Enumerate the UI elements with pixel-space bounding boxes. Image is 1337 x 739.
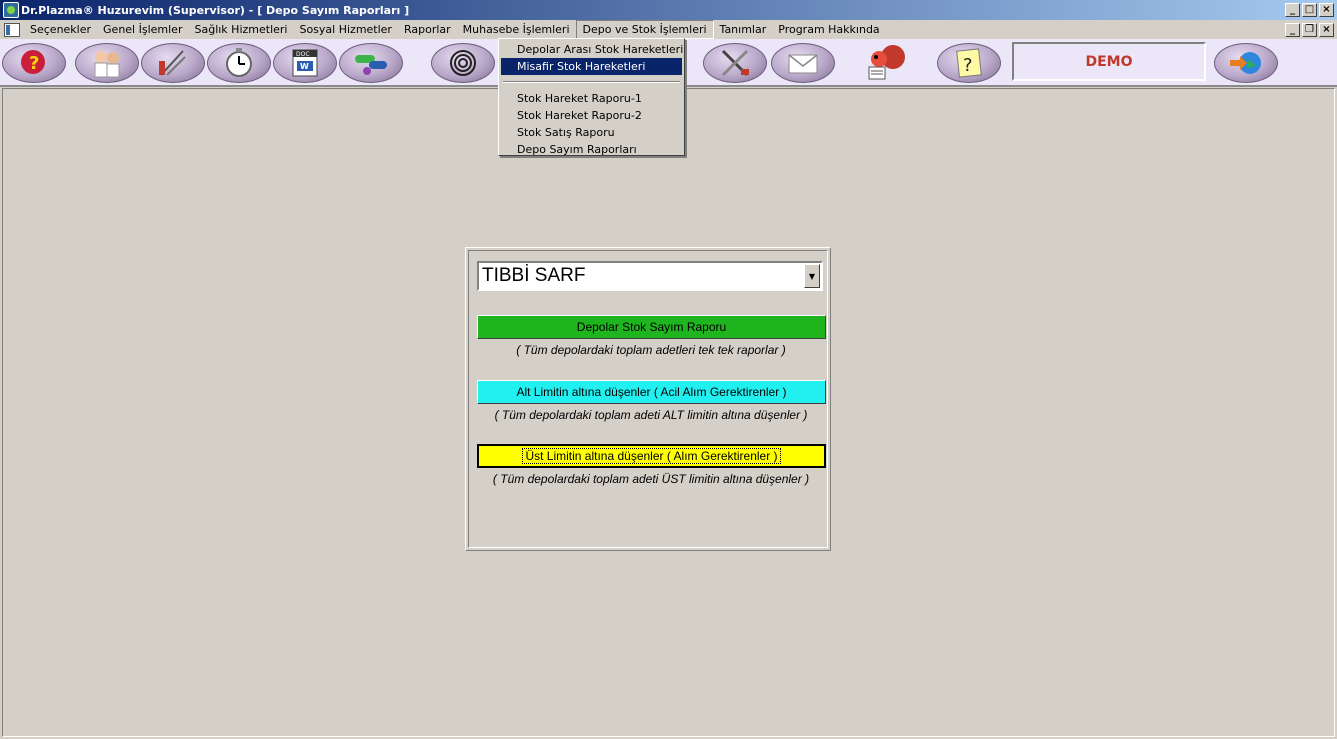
doc-word-icon[interactable]: DOC W: [273, 43, 337, 83]
globe-exit-icon[interactable]: [1214, 43, 1278, 83]
dropdown-item-depo-sayim[interactable]: Depo Sayım Raporları: [501, 141, 682, 158]
depo-stok-dropdown: Depolar Arası Stok Hareketleri Misafir S…: [498, 38, 685, 156]
below-upper-limit-label: Üst Limitin altına düşenler ( Alım Gerek…: [522, 448, 781, 464]
menu-genel-islemler[interactable]: Genel İşlemler: [97, 21, 188, 38]
help-head-icon[interactable]: ?: [2, 43, 66, 83]
spiral-icon[interactable]: [431, 43, 495, 83]
dropdown-separator: [503, 81, 680, 83]
dropdown-item-stok-satis[interactable]: Stok Satış Raporu: [501, 124, 682, 141]
stock-count-note: ( Tüm depolardaki toplam adetleri tek te…: [516, 343, 786, 357]
menu-depo-ve-stok-islemleri[interactable]: Depo ve Stok İşlemleri: [575, 20, 714, 39]
menu-tanimlar[interactable]: Tanımlar: [714, 21, 773, 38]
mdi-minimize-button[interactable]: _: [1285, 23, 1300, 37]
mdi-close-button[interactable]: ×: [1319, 23, 1334, 37]
mascot-icon[interactable]: [858, 43, 914, 83]
menu-bar: Seçenekler Genel İşlemler Sağlık Hizmetl…: [0, 20, 1337, 39]
svg-text:?: ?: [29, 53, 39, 74]
below-upper-limit-button[interactable]: Üst Limitin altına düşenler ( Alım Gerek…: [477, 444, 826, 468]
svg-text:W: W: [300, 62, 309, 71]
mdi-controls: _ ❐ ×: [1285, 23, 1334, 37]
window-controls: _ □ ×: [1285, 3, 1334, 17]
svg-text:?: ?: [963, 55, 973, 76]
menu-saglik-hizmetleri[interactable]: Sağlık Hizmetleri: [188, 21, 293, 38]
close-button[interactable]: ×: [1319, 3, 1334, 17]
mdi-restore-button[interactable]: ❐: [1302, 23, 1317, 37]
minimize-button[interactable]: _: [1285, 3, 1300, 17]
document-icon[interactable]: [4, 22, 20, 37]
menu-raporlar[interactable]: Raporlar: [398, 21, 457, 38]
depot-select[interactable]: TIBBİ SARF ▼: [477, 261, 823, 291]
below-lower-limit-button[interactable]: Alt Limitin altına düşenler ( Acil Alım …: [477, 380, 826, 404]
menu-program-hakkinda[interactable]: Program Hakkında: [772, 21, 885, 38]
menu-sosyal-hizmetler[interactable]: Sosyal Hizmetler: [293, 21, 398, 38]
pills-icon[interactable]: [339, 43, 403, 83]
dropdown-item-stok-hareket-1[interactable]: Stok Hareket Raporu-1: [501, 90, 682, 107]
chevron-down-icon[interactable]: ▼: [804, 264, 820, 288]
demo-label: DEMO: [1012, 42, 1206, 81]
dropdown-item-stok-hareket-2[interactable]: Stok Hareket Raporu-2: [501, 107, 682, 124]
stopwatch-icon[interactable]: [207, 43, 271, 83]
depot-select-value: TIBBİ SARF: [482, 265, 586, 286]
question-note-icon[interactable]: ?: [937, 43, 1001, 83]
menu-secenekler[interactable]: Seçenekler: [24, 21, 97, 38]
dropdown-item-misafir-stok[interactable]: Misafir Stok Hareketleri: [501, 58, 682, 75]
report-panel: TIBBİ SARF ▼ Depolar Stok Sayım Raporu (…: [465, 247, 831, 551]
svg-text:DOC: DOC: [296, 51, 310, 58]
medical-tools-icon[interactable]: [141, 43, 205, 83]
window-title: Dr.Plazma® Huzurevim (Supervisor) - [ De…: [21, 3, 410, 17]
maximize-button[interactable]: □: [1302, 3, 1317, 17]
title-bar: Dr.Plazma® Huzurevim (Supervisor) - [ De…: [0, 0, 1337, 20]
tools-icon[interactable]: [703, 43, 767, 83]
menu-muhasebe-islemleri[interactable]: Muhasebe İşlemleri: [457, 21, 576, 38]
doctors-icon[interactable]: [75, 43, 139, 83]
below-lower-limit-note: ( Tüm depolardaki toplam adeti ALT limit…: [494, 408, 808, 422]
dropdown-item-depolar-arasi[interactable]: Depolar Arası Stok Hareketleri: [501, 41, 683, 58]
stock-count-report-button[interactable]: Depolar Stok Sayım Raporu: [477, 315, 826, 339]
app-icon[interactable]: [3, 2, 19, 18]
below-upper-limit-note: ( Tüm depolardaki toplam adeti ÜST limit…: [492, 472, 810, 486]
panel-frame: TIBBİ SARF ▼ Depolar Stok Sayım Raporu (…: [468, 250, 828, 548]
mail-icon[interactable]: [771, 43, 835, 83]
